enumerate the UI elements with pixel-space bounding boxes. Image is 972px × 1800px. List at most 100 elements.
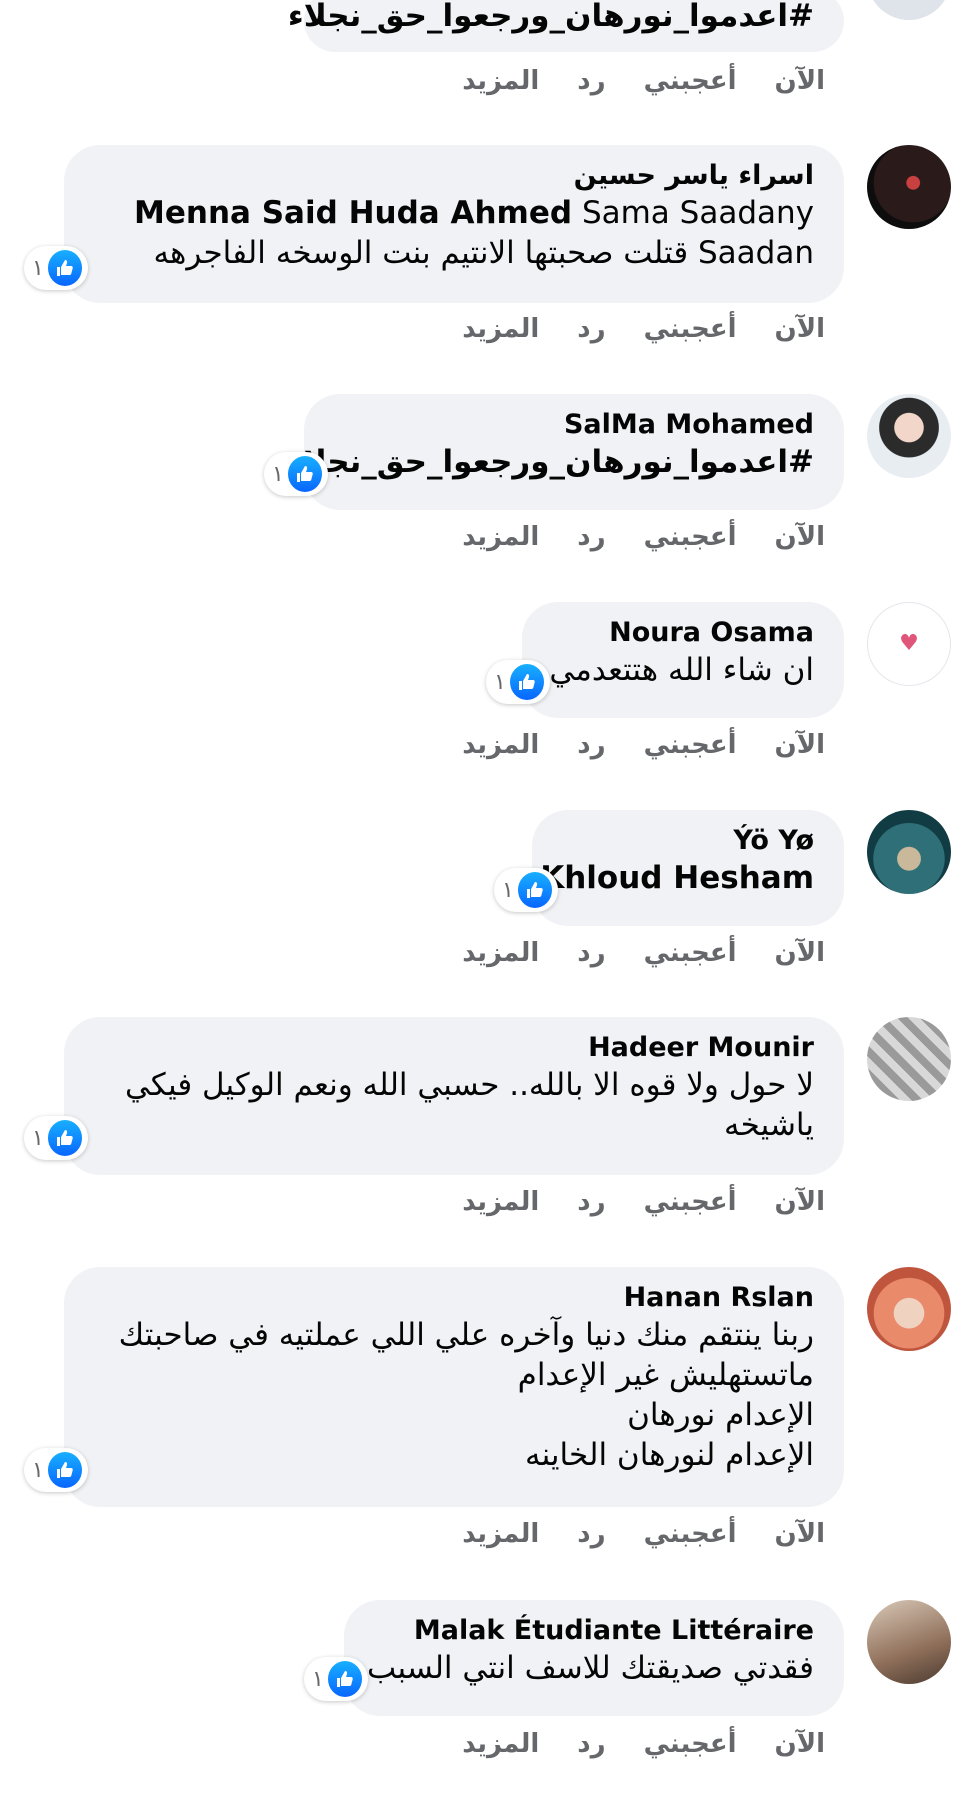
timestamp: الآن — [774, 938, 825, 968]
more-button[interactable]: المزيد — [462, 730, 539, 760]
like-button[interactable]: أعجبني — [644, 522, 737, 552]
reaction-number: ١ — [32, 1457, 44, 1483]
avatar[interactable]: ♥ — [867, 602, 951, 686]
thumbs-up-icon — [47, 1120, 82, 1156]
avatar[interactable] — [867, 1017, 951, 1101]
thumbs-up-icon — [517, 872, 552, 908]
avatar[interactable] — [867, 1600, 951, 1684]
comment-text: Saadan قتلت صحبتها الانتيم بنت الوسخه ال… — [153, 235, 814, 271]
reply-button[interactable]: رد — [577, 730, 605, 760]
reaction-count[interactable]: ١ — [24, 1448, 88, 1492]
timestamp: الآن — [774, 1729, 825, 1759]
reaction-number: ١ — [494, 669, 506, 695]
thumbs-up-icon — [327, 1661, 362, 1697]
reaction-count[interactable]: ١ — [264, 452, 328, 496]
reaction-number: ١ — [272, 461, 284, 487]
reply-button[interactable]: رد — [577, 66, 605, 96]
comment-author[interactable]: SalMa Mohamed — [334, 408, 814, 442]
reply-button[interactable]: رد — [577, 1519, 605, 1549]
comment-actions: الآن أعجبني رد المزيد — [424, 66, 825, 96]
comment-author[interactable]: Ýö Yø — [562, 824, 814, 858]
more-button[interactable]: المزيد — [462, 522, 539, 552]
comment-text: ربنا ينتقم منك دنيا وآخره علي اللي عملتي… — [118, 1317, 814, 1353]
reply-button[interactable]: رد — [577, 522, 605, 552]
reaction-count[interactable]: ١ — [304, 1657, 368, 1701]
avatar-heart-logo-icon: ♥ — [899, 631, 919, 656]
comment-bubble: اسراء ياسر حسين Menna Said Huda Ahmed Sa… — [64, 145, 844, 303]
avatar[interactable] — [867, 1267, 951, 1351]
thumbs-up-icon — [47, 250, 82, 286]
like-button[interactable]: أعجبني — [644, 938, 737, 968]
reaction-count[interactable]: ١ — [24, 1116, 88, 1160]
comment-text: ان شاء الله هتتعدمي — [549, 652, 814, 688]
more-button[interactable]: المزيد — [462, 1187, 539, 1217]
comment-text: لا حول ولا قوه الا بالله.. حسبي الله ونع… — [125, 1067, 814, 1103]
like-button[interactable]: أعجبني — [644, 1187, 737, 1217]
timestamp: الآن — [774, 1519, 825, 1549]
comment-actions: الآن أعجبني رد المزيد — [424, 1187, 825, 1217]
reaction-number: ١ — [32, 255, 44, 281]
comment-actions: الآن أعجبني رد المزيد — [424, 730, 825, 760]
comment-bubble: Hadeer Mounir لا حول ولا قوه الا بالله..… — [64, 1017, 844, 1175]
comment-bubble: Malak Étudiante Littéraire فقدتي صديقتك … — [344, 1600, 844, 1716]
more-button[interactable]: المزيد — [462, 1729, 539, 1759]
comment-bubble: SalMa Mohamed #اعدموا_نورهان_ورجعوا_حق_ن… — [288, 394, 844, 510]
comment-actions: الآن أعجبني رد المزيد — [424, 938, 825, 968]
comment-bubble: Noura Osama ان شاء الله هتتعدمي — [522, 602, 844, 718]
avatar[interactable] — [867, 0, 951, 20]
thumbs-up-icon — [509, 664, 544, 700]
reaction-count[interactable]: ١ — [494, 868, 558, 912]
reaction-number: ١ — [32, 1125, 44, 1151]
avatar[interactable] — [867, 810, 951, 894]
comment-actions: الآن أعجبني رد المزيد — [424, 1729, 825, 1759]
timestamp: الآن — [774, 314, 825, 344]
comment-bubble: #اعدموا_نورهان_ورجعوا_حق_نجلاء — [288, 0, 844, 52]
comment-author[interactable]: Hanan Rslan — [94, 1281, 814, 1315]
reply-button[interactable]: رد — [577, 1729, 605, 1759]
comment-text: Menna Said Huda Ahmed Sama Saadany — [94, 193, 814, 233]
comment-bubble: Hanan Rslan ربنا ينتقم منك دنيا وآخره عل… — [64, 1267, 844, 1507]
like-button[interactable]: أعجبني — [644, 1519, 737, 1549]
comment-text[interactable]: #اعدموا_نورهان_ورجعوا_حق_نجلاء — [288, 442, 814, 482]
comment-text: فقدتي صديقتك للاسف انتي السبب — [367, 1650, 814, 1686]
comment-author[interactable]: اسراء ياسر حسين — [94, 159, 814, 193]
like-button[interactable]: أعجبني — [644, 1729, 737, 1759]
reaction-count[interactable]: ١ — [486, 660, 550, 704]
reaction-number: ١ — [502, 877, 514, 903]
reply-button[interactable]: رد — [577, 938, 605, 968]
reaction-number: ١ — [312, 1666, 324, 1692]
reaction-count[interactable]: ١ — [24, 246, 88, 290]
tagged-user[interactable]: Khloud Hesham — [540, 858, 814, 898]
tagged-user[interactable]: Menna Said Huda Ahmed — [134, 195, 572, 231]
comment-actions: الآن أعجبني رد المزيد — [424, 314, 825, 344]
reply-button[interactable]: رد — [577, 314, 605, 344]
thumbs-up-icon — [287, 456, 322, 492]
comment-text: ياشيخه — [723, 1107, 814, 1143]
avatar[interactable] — [867, 394, 951, 478]
timestamp: الآن — [774, 522, 825, 552]
comment-text: الإعدام نورهان — [627, 1397, 814, 1433]
comment-author[interactable]: Hadeer Mounir — [94, 1031, 814, 1065]
like-button[interactable]: أعجبني — [644, 730, 737, 760]
more-button[interactable]: المزيد — [462, 1519, 539, 1549]
like-button[interactable]: أعجبني — [644, 66, 737, 96]
comment-bubble: Ýö Yø Khloud Hesham — [532, 810, 844, 926]
timestamp: الآن — [774, 730, 825, 760]
more-button[interactable]: المزيد — [462, 938, 539, 968]
more-button[interactable]: المزيد — [462, 314, 539, 344]
more-button[interactable]: المزيد — [462, 66, 539, 96]
timestamp: الآن — [774, 1187, 825, 1217]
comment-actions: الآن أعجبني رد المزيد — [424, 1519, 825, 1549]
comment-actions: الآن أعجبني رد المزيد — [424, 522, 825, 552]
timestamp: الآن — [774, 66, 825, 96]
comment-author[interactable]: Malak Étudiante Littéraire — [374, 1614, 814, 1648]
like-button[interactable]: أعجبني — [644, 314, 737, 344]
comment-text: الإعدام لنورهان الخاينه — [524, 1437, 814, 1473]
avatar[interactable] — [867, 145, 951, 229]
thumbs-up-icon — [47, 1452, 82, 1488]
comment-author[interactable]: Noura Osama — [552, 616, 814, 650]
comment-text: ماتستهليش غير الإعدام — [517, 1357, 814, 1393]
comment-text[interactable]: #اعدموا_نورهان_ورجعوا_حق_نجلاء — [288, 0, 814, 36]
reply-button[interactable]: رد — [577, 1187, 605, 1217]
tagged-user[interactable]: Sama Saadany — [582, 195, 814, 231]
